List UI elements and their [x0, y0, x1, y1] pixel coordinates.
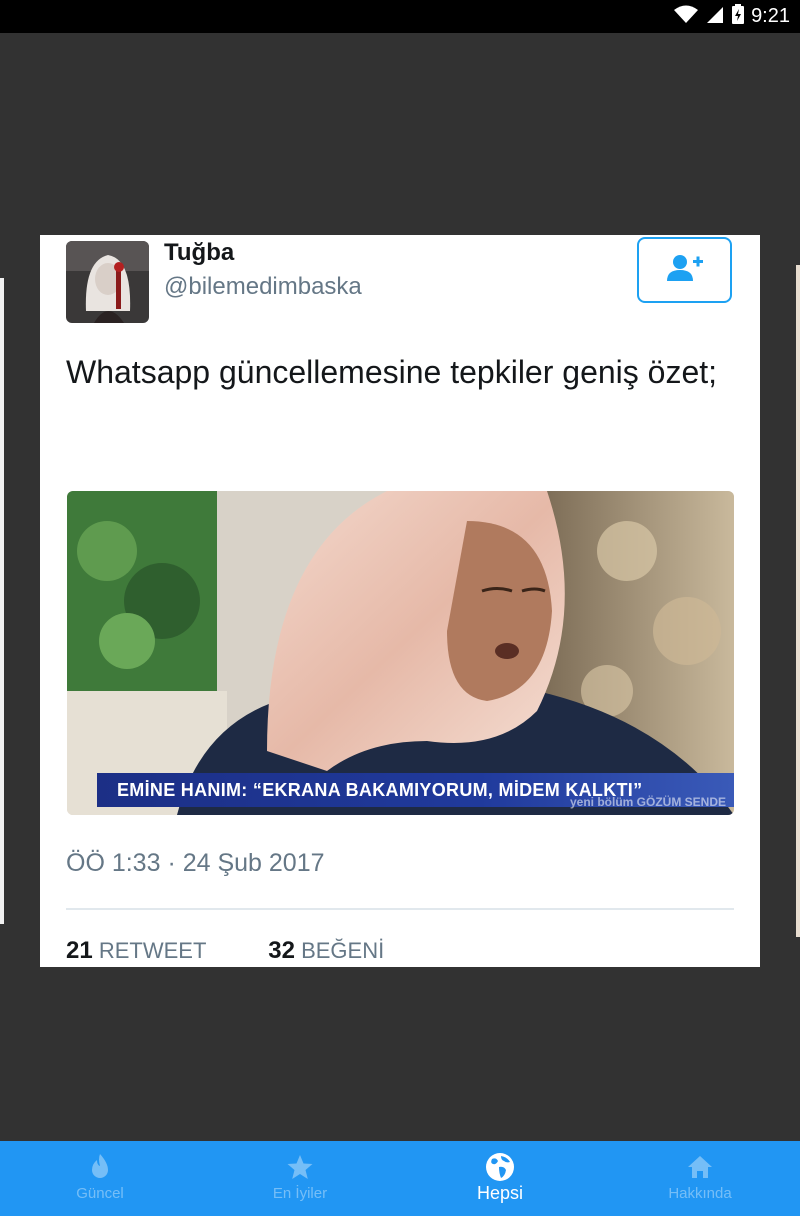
retweet-label[interactable]: RETWEET [99, 938, 206, 963]
globe-icon [484, 1153, 516, 1181]
media-photo [67, 491, 734, 815]
status-bar: 9:21 [0, 0, 800, 33]
nav-label: Hepsi [476, 1183, 524, 1203]
author-handle[interactable]: @bilemedimbaska [164, 273, 362, 301]
nav-item-hakkinda[interactable]: Hakkında [600, 1141, 800, 1216]
divider [66, 908, 734, 910]
battery-charging-icon [731, 3, 745, 30]
status-time: 9:21 [751, 5, 790, 27]
tweet-text: Whatsapp güncellemesine tepkiler geniş ö… [66, 354, 718, 390]
tweet-timestamp: ÖÖ 1:33 · 24 Şub 2017 [66, 849, 325, 877]
avatar[interactable] [66, 241, 149, 323]
flame-icon [88, 1153, 112, 1181]
bottom-navigation: Güncel En İyiler Hepsi Hakkında [0, 1141, 800, 1216]
nav-label: Hakkında [668, 1185, 732, 1202]
nav-item-guncel[interactable]: Güncel [0, 1141, 200, 1216]
nav-item-en-iyiler[interactable]: En İyiler [200, 1141, 400, 1216]
tweet-stats: 21 RETWEET 32 BEĞENİ [66, 937, 384, 965]
star-icon [286, 1153, 314, 1181]
previous-card-peek[interactable] [0, 278, 4, 924]
retweet-count[interactable]: 21 [66, 937, 93, 964]
like-count[interactable]: 32 [268, 937, 295, 964]
home-icon [686, 1153, 714, 1181]
nav-label: Güncel [76, 1185, 124, 1202]
author-name[interactable]: Tuğba [164, 239, 234, 267]
like-label[interactable]: BEĞENİ [301, 938, 384, 963]
next-card-peek[interactable] [796, 265, 800, 937]
signal-icon [705, 4, 725, 29]
follow-button[interactable] [637, 237, 732, 303]
nav-item-hepsi[interactable]: Hepsi [400, 1141, 600, 1216]
wifi-icon [673, 4, 699, 29]
tweet-media[interactable]: EMİNE HANIM: “EKRANA BAKAMIYORUM, MİDEM … [67, 491, 734, 815]
media-watermark: yeni bölüm GÖZÜM SENDE [569, 795, 726, 809]
nav-label: En İyiler [272, 1185, 328, 1202]
add-user-icon [665, 253, 705, 288]
tweet-card[interactable]: Tuğba @bilemedimbaska Whatsapp güncellem… [40, 235, 760, 967]
